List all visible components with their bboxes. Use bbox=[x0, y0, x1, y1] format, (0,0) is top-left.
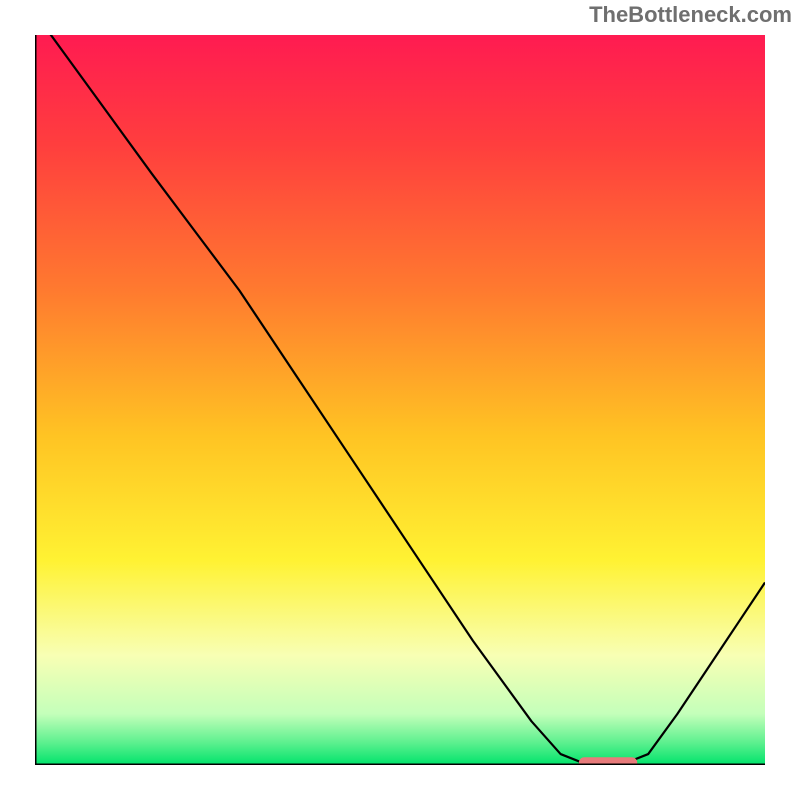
chart-svg bbox=[35, 35, 765, 765]
watermark-text: TheBottleneck.com bbox=[589, 2, 792, 28]
bottleneck-chart bbox=[35, 35, 765, 765]
chart-background bbox=[35, 35, 765, 765]
